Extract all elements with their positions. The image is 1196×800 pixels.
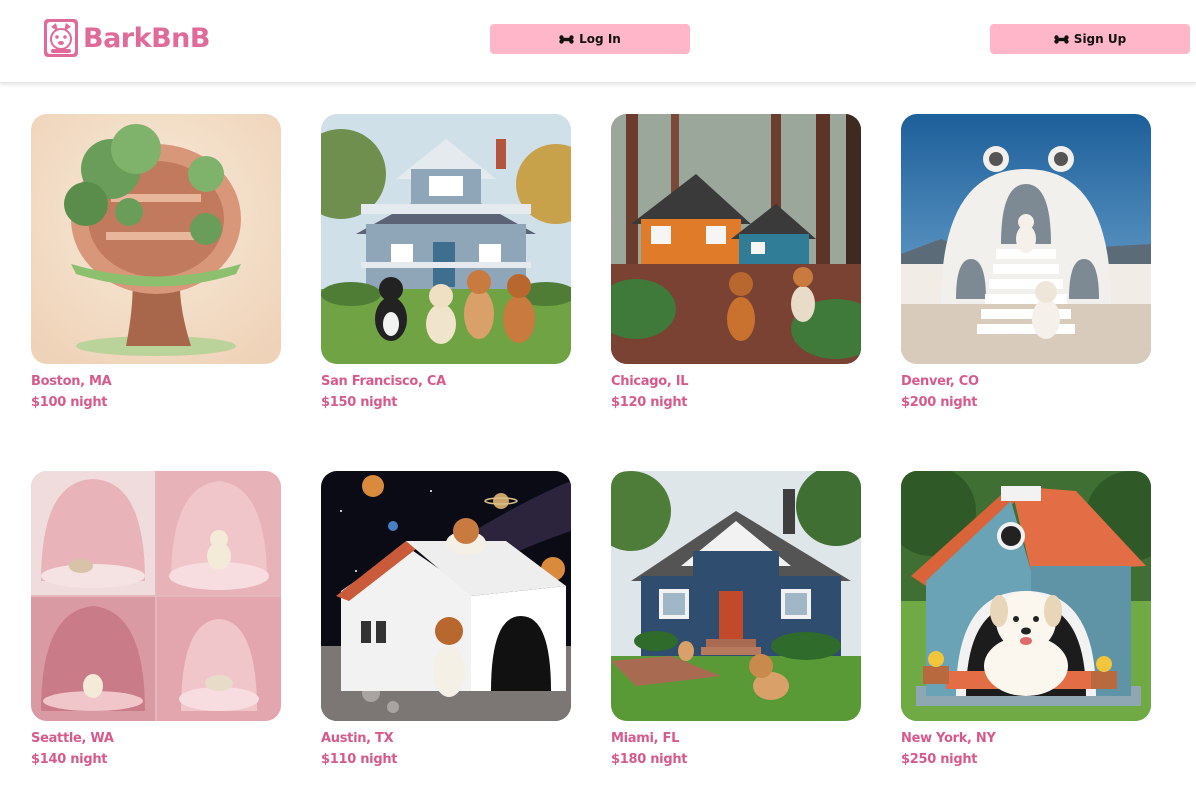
- listing-image-blue-doghouse[interactable]: [901, 471, 1151, 721]
- listing-card[interactable]: Denver, CO $200 night: [901, 114, 1151, 412]
- listing-image-space-doghouse[interactable]: [321, 471, 571, 721]
- signup-button-label: Sign Up: [1073, 32, 1127, 46]
- top-navbar: BarkBnB Log In Sign Up: [0, 0, 1196, 83]
- signup-button[interactable]: Sign Up: [990, 24, 1190, 54]
- listing-location: Denver, CO: [901, 374, 979, 389]
- listing-price: $150 night: [321, 395, 398, 410]
- listing-location: Chicago, IL: [611, 374, 689, 389]
- listing-location: San Francisco, CA: [321, 374, 446, 389]
- brand-name: BarkBnB: [83, 22, 210, 54]
- login-button-label: Log In: [579, 32, 621, 46]
- listing-card[interactable]: Boston, MA $100 night: [31, 114, 281, 412]
- listing-card[interactable]: Austin, TX $110 night: [321, 471, 571, 769]
- listing-image-treehouse[interactable]: [31, 114, 281, 364]
- listing-location: Miami, FL: [611, 731, 680, 746]
- listing-card[interactable]: Chicago, IL $120 night: [611, 114, 861, 412]
- brand-logo[interactable]: BarkBnB: [42, 17, 210, 59]
- listing-card[interactable]: Seattle, WA $140 night: [31, 471, 281, 769]
- listing-price: $140 night: [31, 752, 108, 767]
- listing-price: $200 night: [901, 395, 978, 410]
- listing-image-forest-cabins[interactable]: [611, 114, 861, 364]
- listing-location: Seattle, WA: [31, 731, 114, 746]
- listing-location: New York, NY: [901, 731, 996, 746]
- listing-location: Austin, TX: [321, 731, 394, 746]
- listing-image-pink-canopy-beds[interactable]: [31, 471, 281, 721]
- listing-image-dome-house[interactable]: [901, 114, 1151, 364]
- listing-card[interactable]: San Francisco, CA $150 night: [321, 114, 571, 412]
- bone-icon: [559, 34, 574, 44]
- listing-price: $250 night: [901, 752, 978, 767]
- bone-icon: [1054, 34, 1069, 44]
- listing-location: Boston, MA: [31, 374, 112, 389]
- listing-price: $100 night: [31, 395, 108, 410]
- dog-logo-icon: [44, 19, 78, 57]
- listing-card[interactable]: New York, NY $250 night: [901, 471, 1151, 769]
- listing-card[interactable]: Miami, FL $180 night: [611, 471, 861, 769]
- listing-image-victorian-house[interactable]: [321, 114, 571, 364]
- listing-price: $110 night: [321, 752, 398, 767]
- listing-price: $120 night: [611, 395, 688, 410]
- listing-price: $180 night: [611, 752, 688, 767]
- listing-image-blue-craftsman-house[interactable]: [611, 471, 861, 721]
- login-button[interactable]: Log In: [490, 24, 690, 54]
